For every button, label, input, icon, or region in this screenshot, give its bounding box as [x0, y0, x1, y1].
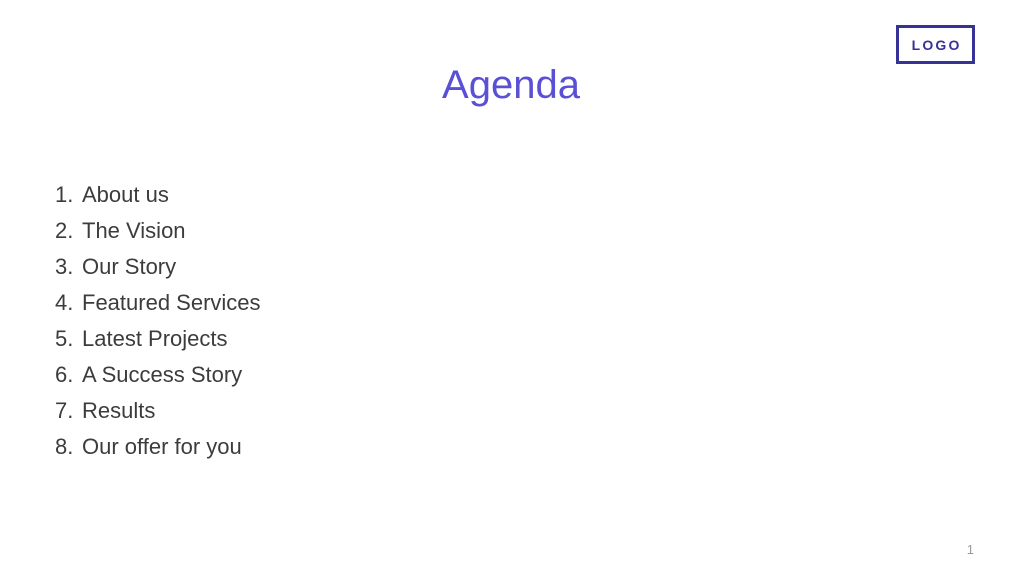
list-item-label: The Vision: [82, 218, 186, 243]
list-item: 2. The Vision: [55, 217, 261, 253]
list-item: 4. Featured Services: [55, 289, 261, 325]
agenda-list: 1. About us 2. The Vision 3. Our Story 4…: [55, 181, 261, 469]
list-item-label: Our offer for you: [82, 434, 242, 459]
list-item: 6. A Success Story: [55, 361, 261, 397]
list-item: 1. About us: [55, 181, 261, 217]
list-item-number: 7.: [55, 398, 74, 423]
list-item-label: Results: [82, 398, 156, 423]
list-item: 7. Results: [55, 397, 261, 433]
list-item-number: 5.: [55, 326, 74, 351]
logo-badge: LOGO: [896, 25, 975, 64]
list-item: 8. Our offer for you: [55, 433, 261, 469]
list-item-label: Latest Projects: [82, 326, 228, 351]
logo-text: LOGO: [911, 36, 962, 53]
list-item-number: 3.: [55, 254, 74, 279]
list-item-label: About us: [82, 182, 169, 207]
list-item-label: Our Story: [82, 254, 177, 279]
list-item-number: 4.: [55, 290, 74, 315]
page-title: Agenda: [442, 63, 580, 107]
list-item-number: 1.: [55, 182, 74, 207]
list-item-number: 8.: [55, 434, 74, 459]
list-item-label: Featured Services: [82, 290, 261, 315]
list-item: 3. Our Story: [55, 253, 261, 289]
list-item: 5. Latest Projects: [55, 325, 261, 361]
list-item-number: 6.: [55, 362, 74, 387]
page-number: 1: [966, 542, 974, 557]
list-item-number: 2.: [55, 218, 74, 243]
presentation-slide: LOGO Agenda 1. About us 2. The Vision 3.…: [0, 0, 1022, 575]
list-item-label: A Success Story: [82, 362, 243, 387]
